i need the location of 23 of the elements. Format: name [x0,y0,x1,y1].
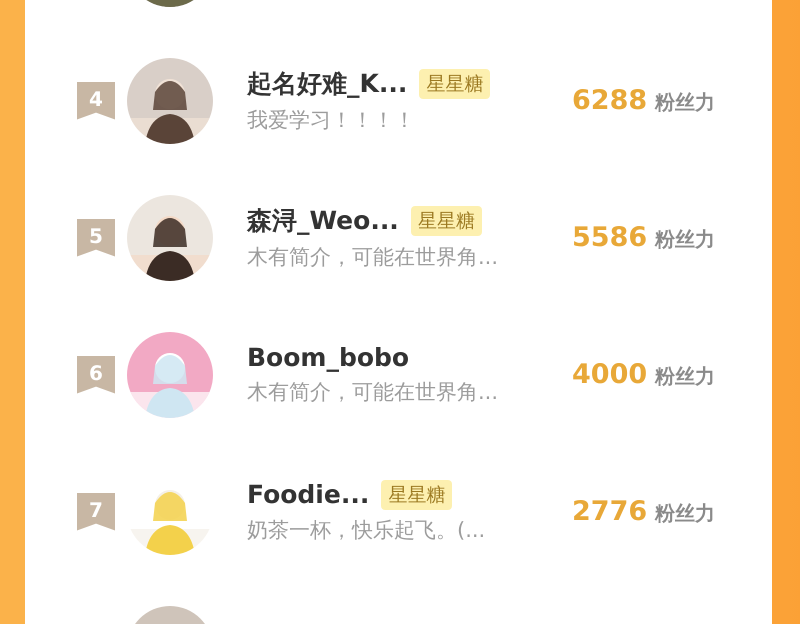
user-name[interactable]: Boom_bobo [247,343,410,372]
user-name[interactable]: Foodie... [247,480,370,509]
rank-badge: 5 [77,218,115,256]
fan-score: 6288 [572,85,648,116]
level-tag: 星星糖 [381,480,452,510]
rank-badge: 6 [77,356,115,394]
fan-score: 5586 [572,222,648,253]
user-bio: 木有简介，可能在世界角... [247,244,500,271]
score-unit: 粉丝力 [655,89,716,116]
rank-badge: 7 [77,492,115,530]
rank-badge: 4 [77,82,115,120]
score-unit: 粉丝力 [655,500,716,527]
user-bio: 木有简介，可能在世界角... [247,379,500,406]
score-unit: 粉丝力 [655,226,716,253]
user-bio: 奶茶一杯，快乐起飞。(... [247,516,486,544]
score-unit: 粉丝力 [655,363,716,390]
fan-score: 2776 [572,496,648,527]
user-bio: 我爱学习！！！！ [247,107,416,134]
user-name[interactable]: 森浔_Weo... [247,204,399,237]
level-tag: 星星糖 [410,206,482,236]
user-name[interactable]: 起名好难_K... [247,67,408,100]
level-tag: 星星糖 [419,68,490,98]
fan-score: 4000 [572,359,648,390]
